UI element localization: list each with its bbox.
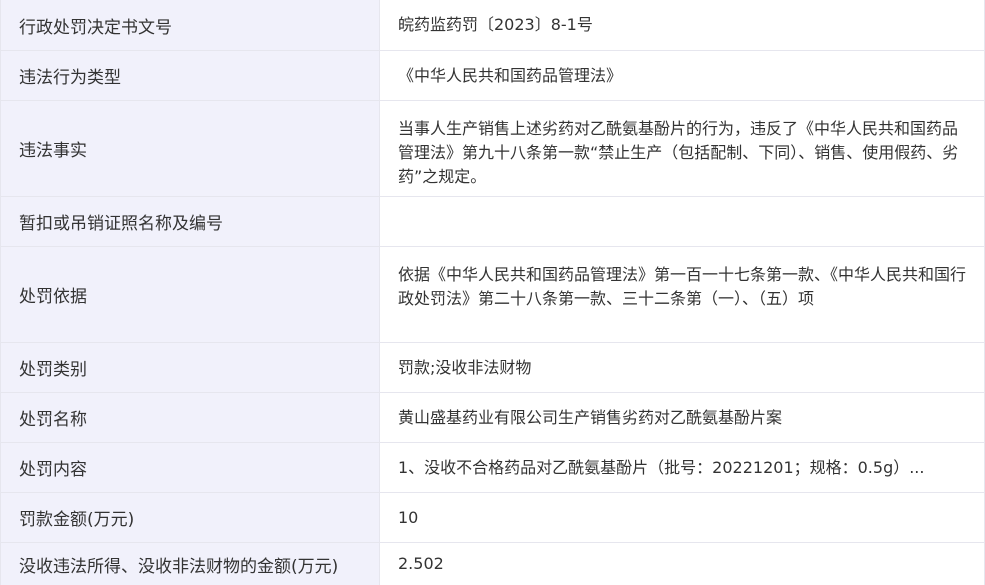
row-label: 没收违法所得、没收非法财物的金额(万元) — [1, 543, 380, 585]
row-value — [380, 197, 984, 246]
table-row-violation-type: 违法行为类型 《中华人民共和国药品管理法》 — [1, 51, 984, 101]
table-row-penalty-name: 处罚名称 黄山盛基药业有限公司生产销售劣药对乙酰氨基酚片案 — [1, 393, 984, 443]
penalty-name-value: 黄山盛基药业有限公司生产销售劣药对乙酰氨基酚片案 — [398, 407, 783, 427]
penalty-content-value: 1、没收不合格药品对乙酰氨基酚片（批号：20221201；规格：0.5g）... — [398, 457, 925, 477]
fine-amount-value: 10 — [398, 507, 419, 527]
row-value: 1、没收不合格药品对乙酰氨基酚片（批号：20221201；规格：0.5g）... — [380, 443, 984, 492]
table-row-penalty-category: 处罚类别 罚款;没收非法财物 — [1, 343, 984, 393]
row-value: 依据《中华人民共和国药品管理法》第一百一十七条第一款、《中华人民共和国行政处罚法… — [380, 247, 984, 342]
penalty-category-value: 罚款;没收非法财物 — [398, 357, 532, 377]
row-label: 处罚依据 — [1, 247, 380, 342]
row-label: 违法行为类型 — [1, 51, 380, 100]
row-label: 处罚类别 — [1, 343, 380, 392]
row-value: 当事人生产销售上述劣药对乙酰氨基酚片的行为，违反了《中华人民共和国药品管理法》第… — [380, 101, 984, 196]
table-row-decision-number: 行政处罚决定书文号 皖药监药罚〔2023〕8-1号 — [1, 0, 984, 51]
table-row-penalty-content: 处罚内容 1、没收不合格药品对乙酰氨基酚片（批号：20221201；规格：0.5… — [1, 443, 984, 493]
row-label: 暂扣或吊销证照名称及编号 — [1, 197, 380, 246]
table-row-penalty-basis: 处罚依据 依据《中华人民共和国药品管理法》第一百一十七条第一款、《中华人民共和国… — [1, 247, 984, 343]
table-row-confiscation-amount: 没收违法所得、没收非法财物的金额(万元) 2.502 — [1, 543, 984, 585]
confiscation-amount-value: 2.502 — [398, 554, 444, 573]
row-label: 罚款金额(万元) — [1, 493, 380, 542]
row-value: 黄山盛基药业有限公司生产销售劣药对乙酰氨基酚片案 — [380, 393, 984, 442]
table-row-license-suspension: 暂扣或吊销证照名称及编号 — [1, 197, 984, 247]
row-label: 违法事实 — [1, 101, 380, 196]
row-label: 处罚内容 — [1, 443, 380, 492]
row-label: 处罚名称 — [1, 393, 380, 442]
row-value: 10 — [380, 493, 984, 542]
row-value: 罚款;没收非法财物 — [380, 343, 984, 392]
table-row-fine-amount: 罚款金额(万元) 10 — [1, 493, 984, 543]
violation-facts-value: 当事人生产销售上述劣药对乙酰氨基酚片的行为，违反了《中华人民共和国药品管理法》第… — [398, 119, 959, 186]
row-label: 行政处罚决定书文号 — [1, 0, 380, 50]
row-value: 2.502 — [380, 543, 984, 585]
table-row-violation-facts: 违法事实 当事人生产销售上述劣药对乙酰氨基酚片的行为，违反了《中华人民共和国药品… — [1, 101, 984, 197]
violation-type-value: 《中华人民共和国药品管理法》 — [398, 65, 623, 85]
penalty-basis-value: 依据《中华人民共和国药品管理法》第一百一十七条第一款、《中华人民共和国行政处罚法… — [398, 265, 967, 308]
decision-number-value: 皖药监药罚〔2023〕8-1号 — [398, 15, 593, 34]
penalty-info-table: 行政处罚决定书文号 皖药监药罚〔2023〕8-1号 违法行为类型 《中华人民共和… — [0, 0, 985, 585]
row-value: 皖药监药罚〔2023〕8-1号 — [380, 0, 984, 50]
row-value: 《中华人民共和国药品管理法》 — [380, 51, 984, 100]
